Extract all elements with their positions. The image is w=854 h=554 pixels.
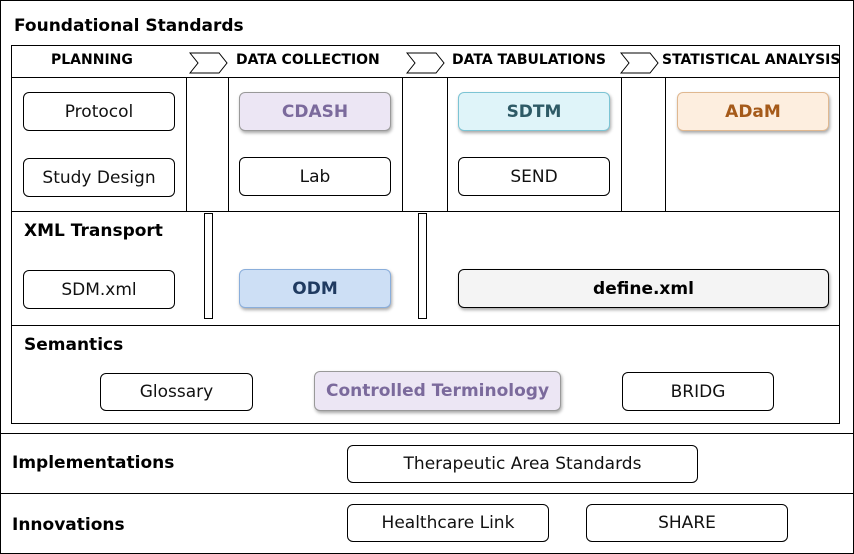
phase-data-collection: DATA COLLECTION: [236, 52, 380, 68]
semantics-title: Semantics: [24, 335, 124, 355]
divider: [228, 77, 229, 211]
bridg-box[interactable]: BRIDG: [622, 372, 774, 411]
therapeutic-area-standards-box[interactable]: Therapeutic Area Standards: [347, 445, 698, 483]
divider: [11, 325, 840, 326]
divider: [186, 77, 187, 211]
cdash-box[interactable]: CDASH: [239, 92, 391, 131]
phase-data-tabulations: DATA TABULATIONS: [452, 52, 607, 68]
protocol-box[interactable]: Protocol: [23, 92, 175, 131]
phase-statistical-analysis: STATISTICAL ANALYSIS: [662, 52, 841, 68]
divider: [665, 77, 666, 211]
sdm-xml-box[interactable]: SDM.xml: [23, 270, 175, 309]
divider: [11, 211, 840, 212]
chevron-arrow-icon: [620, 52, 659, 74]
healthcare-link-box[interactable]: Healthcare Link: [347, 504, 549, 542]
divider: [447, 77, 448, 211]
lab-box[interactable]: Lab: [239, 157, 391, 196]
send-box[interactable]: SEND: [458, 157, 610, 196]
study-design-box[interactable]: Study Design: [23, 158, 175, 197]
adam-box[interactable]: ADaM: [677, 92, 829, 131]
chevron-arrow-icon: [189, 52, 228, 74]
implementations-title: Implementations: [12, 453, 175, 473]
phase-planning: PLANNING: [51, 52, 133, 68]
innovations-title: Innovations: [12, 515, 125, 535]
divider: [11, 77, 840, 78]
sdtm-box[interactable]: SDTM: [458, 92, 610, 131]
odm-box[interactable]: ODM: [239, 269, 391, 308]
separator-bar: [418, 213, 427, 319]
foundational-title: Foundational Standards: [14, 16, 244, 36]
controlled-terminology-box[interactable]: Controlled Terminology: [314, 371, 561, 411]
chevron-arrow-icon: [406, 52, 445, 74]
divider: [402, 77, 403, 211]
separator-bar: [204, 213, 213, 319]
divider: [621, 77, 622, 211]
share-box[interactable]: SHARE: [586, 504, 788, 542]
xml-transport-title: XML Transport: [24, 221, 163, 241]
define-xml-box[interactable]: define.xml: [458, 269, 829, 308]
divider: [0, 493, 854, 494]
glossary-box[interactable]: Glossary: [100, 373, 253, 411]
divider: [0, 433, 854, 434]
